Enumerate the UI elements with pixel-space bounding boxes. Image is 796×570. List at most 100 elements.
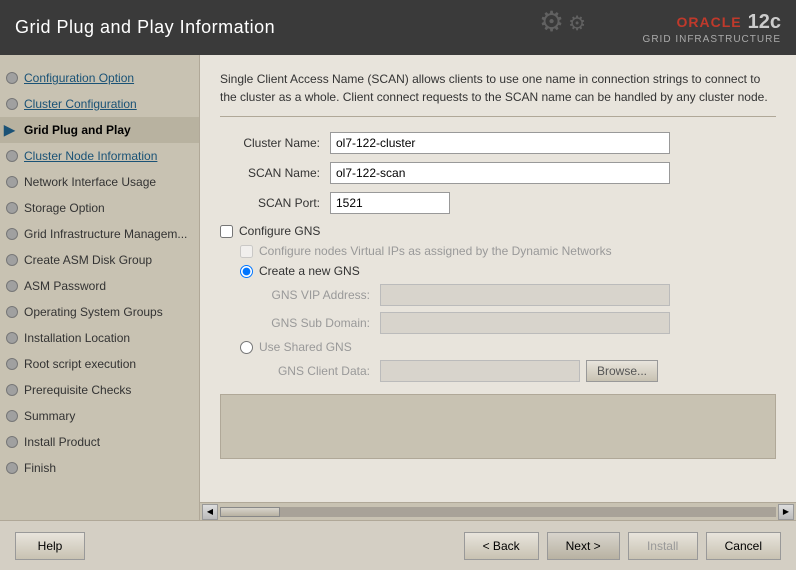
scan-name-label: SCAN Name: bbox=[220, 166, 330, 180]
configure-gns-checkbox[interactable] bbox=[220, 225, 233, 238]
step-indicator bbox=[6, 150, 18, 162]
sidebar-item-network-interface-usage: Network Interface Usage bbox=[0, 169, 199, 195]
sidebar-item-label: Summary bbox=[24, 409, 75, 423]
step-indicator bbox=[6, 98, 18, 110]
create-new-gns-label: Create a new GNS bbox=[259, 264, 360, 278]
sidebar-item-summary: Summary bbox=[0, 403, 199, 429]
step-indicator bbox=[6, 332, 18, 344]
gear-icon-2: ⚙ bbox=[568, 11, 586, 38]
oracle-logo: ORACLE 12c GRID INFRASTRUCTURE bbox=[643, 11, 781, 45]
sidebar-item-label: Storage Option bbox=[24, 201, 105, 215]
step-indicator bbox=[6, 358, 18, 370]
cancel-button[interactable]: Cancel bbox=[706, 532, 781, 560]
sidebar-item-label: Root script execution bbox=[24, 357, 136, 371]
content-area: Single Client Access Name (SCAN) allows … bbox=[200, 55, 796, 502]
sidebar-item-asm-password: ASM Password bbox=[0, 273, 199, 299]
gns-client-data-input[interactable] bbox=[380, 360, 580, 382]
configure-nodes-vip-row: Configure nodes Virtual IPs as assigned … bbox=[240, 244, 776, 258]
gear-icon-1: ⚙ bbox=[539, 5, 564, 38]
sidebar-item-label: ASM Password bbox=[24, 279, 106, 293]
info-text: Single Client Access Name (SCAN) allows … bbox=[220, 70, 776, 117]
gns-sub-domain-label: GNS Sub Domain: bbox=[260, 316, 380, 330]
sidebar-item-label: Cluster Configuration bbox=[24, 97, 137, 111]
sidebar-item-label: Grid Infrastructure Managem... bbox=[24, 227, 187, 241]
scrollbar-thumb[interactable] bbox=[220, 507, 280, 517]
use-shared-gns-row: Use Shared GNS bbox=[240, 340, 776, 354]
sidebar-item-label: Grid Plug and Play bbox=[24, 123, 131, 137]
configure-gns-label: Configure GNS bbox=[239, 224, 320, 238]
gns-vip-address-input[interactable] bbox=[380, 284, 670, 306]
create-new-gns-radio[interactable] bbox=[240, 265, 253, 278]
sidebar-item-label: Prerequisite Checks bbox=[24, 383, 131, 397]
cluster-name-row: Cluster Name: bbox=[220, 132, 776, 154]
create-new-gns-row: Create a new GNS bbox=[240, 264, 776, 278]
step-indicator bbox=[6, 462, 18, 474]
sidebar-item-prerequisite-checks: Prerequisite Checks bbox=[0, 377, 199, 403]
gns-vip-address-row: GNS VIP Address: bbox=[260, 284, 776, 306]
sidebar-item-grid-infrastructure-management: Grid Infrastructure Managem... bbox=[0, 221, 199, 247]
help-button[interactable]: Help bbox=[15, 532, 85, 560]
sidebar-item-label: Install Product bbox=[24, 435, 100, 449]
oracle-subtitle: GRID INFRASTRUCTURE bbox=[643, 34, 781, 45]
configure-gns-section: Configure GNS Configure nodes Virtual IP… bbox=[220, 224, 776, 382]
sidebar-item-installation-location: Installation Location bbox=[0, 325, 199, 351]
step-indicator bbox=[6, 228, 18, 240]
cluster-name-label: Cluster Name: bbox=[220, 136, 330, 150]
use-shared-gns-radio[interactable] bbox=[240, 341, 253, 354]
sidebar-item-root-script-execution: Root script execution bbox=[0, 351, 199, 377]
sidebar-item-label: Configuration Option bbox=[24, 71, 134, 85]
browse-button[interactable]: Browse... bbox=[586, 360, 658, 382]
scrollbar-track[interactable] bbox=[220, 507, 776, 517]
active-arrow-icon: ▶ bbox=[4, 120, 15, 141]
next-button[interactable]: Next > bbox=[547, 532, 620, 560]
footer-left: Help bbox=[15, 532, 85, 560]
scrollbar-right-arrow[interactable]: ▶ bbox=[778, 504, 794, 520]
footer-right: < Back Next > Install Cancel bbox=[464, 532, 781, 560]
back-button[interactable]: < Back bbox=[464, 532, 539, 560]
sidebar-item-create-asm-disk-group: Create ASM Disk Group bbox=[0, 247, 199, 273]
sidebar-item-finish: Finish bbox=[0, 455, 199, 481]
log-area bbox=[220, 394, 776, 459]
scan-port-label: SCAN Port: bbox=[220, 196, 330, 210]
sidebar-item-configuration-option[interactable]: Configuration Option bbox=[0, 65, 199, 91]
configure-nodes-vip-checkbox[interactable] bbox=[240, 245, 253, 258]
sidebar-item-cluster-node-information[interactable]: Cluster Node Information bbox=[0, 143, 199, 169]
gns-sub-domain-input[interactable] bbox=[380, 312, 670, 334]
scan-name-row: SCAN Name: bbox=[220, 162, 776, 184]
sidebar-item-label: Installation Location bbox=[24, 331, 130, 345]
install-button[interactable]: Install bbox=[628, 532, 698, 560]
configure-nodes-vip-label: Configure nodes Virtual IPs as assigned … bbox=[259, 244, 612, 258]
step-indicator bbox=[6, 384, 18, 396]
oracle-text: ORACLE bbox=[677, 14, 742, 30]
page-title: Grid Plug and Play Information bbox=[15, 17, 275, 38]
scan-port-row: SCAN Port: bbox=[220, 192, 776, 214]
step-indicator bbox=[6, 436, 18, 448]
sidebar-item-storage-option: Storage Option bbox=[0, 195, 199, 221]
gns-sub-domain-row: GNS Sub Domain: bbox=[260, 312, 776, 334]
horizontal-scrollbar: ◀ ▶ bbox=[200, 502, 796, 520]
sidebar-item-install-product: Install Product bbox=[0, 429, 199, 455]
sidebar-item-cluster-configuration[interactable]: Cluster Configuration bbox=[0, 91, 199, 117]
scan-name-input[interactable] bbox=[330, 162, 670, 184]
gns-client-data-label: GNS Client Data: bbox=[260, 364, 380, 378]
step-indicator bbox=[6, 202, 18, 214]
sidebar-item-label: Network Interface Usage bbox=[24, 175, 156, 189]
scan-port-input[interactable] bbox=[330, 192, 450, 214]
sidebar: Configuration Option Cluster Configurati… bbox=[0, 55, 200, 520]
step-indicator bbox=[6, 254, 18, 266]
gns-section: Configure nodes Virtual IPs as assigned … bbox=[240, 244, 776, 382]
cluster-name-input[interactable] bbox=[330, 132, 670, 154]
sidebar-item-label: Operating System Groups bbox=[24, 305, 163, 319]
sidebar-item-operating-system-groups: Operating System Groups bbox=[0, 299, 199, 325]
gns-client-data-row: GNS Client Data: Browse... bbox=[260, 360, 776, 382]
configure-gns-row: Configure GNS bbox=[220, 224, 776, 238]
use-shared-gns-label: Use Shared GNS bbox=[259, 340, 352, 354]
gear-decoration: ⚙ ⚙ bbox=[539, 5, 586, 38]
main-layout: Configuration Option Cluster Configurati… bbox=[0, 55, 796, 520]
oracle-version: 12c bbox=[748, 11, 781, 34]
step-indicator bbox=[6, 176, 18, 188]
sidebar-item-label: Finish bbox=[24, 461, 56, 475]
step-indicator bbox=[6, 280, 18, 292]
sidebar-item-grid-plug-and-play[interactable]: ▶ Grid Plug and Play bbox=[0, 117, 199, 143]
scrollbar-left-arrow[interactable]: ◀ bbox=[202, 504, 218, 520]
